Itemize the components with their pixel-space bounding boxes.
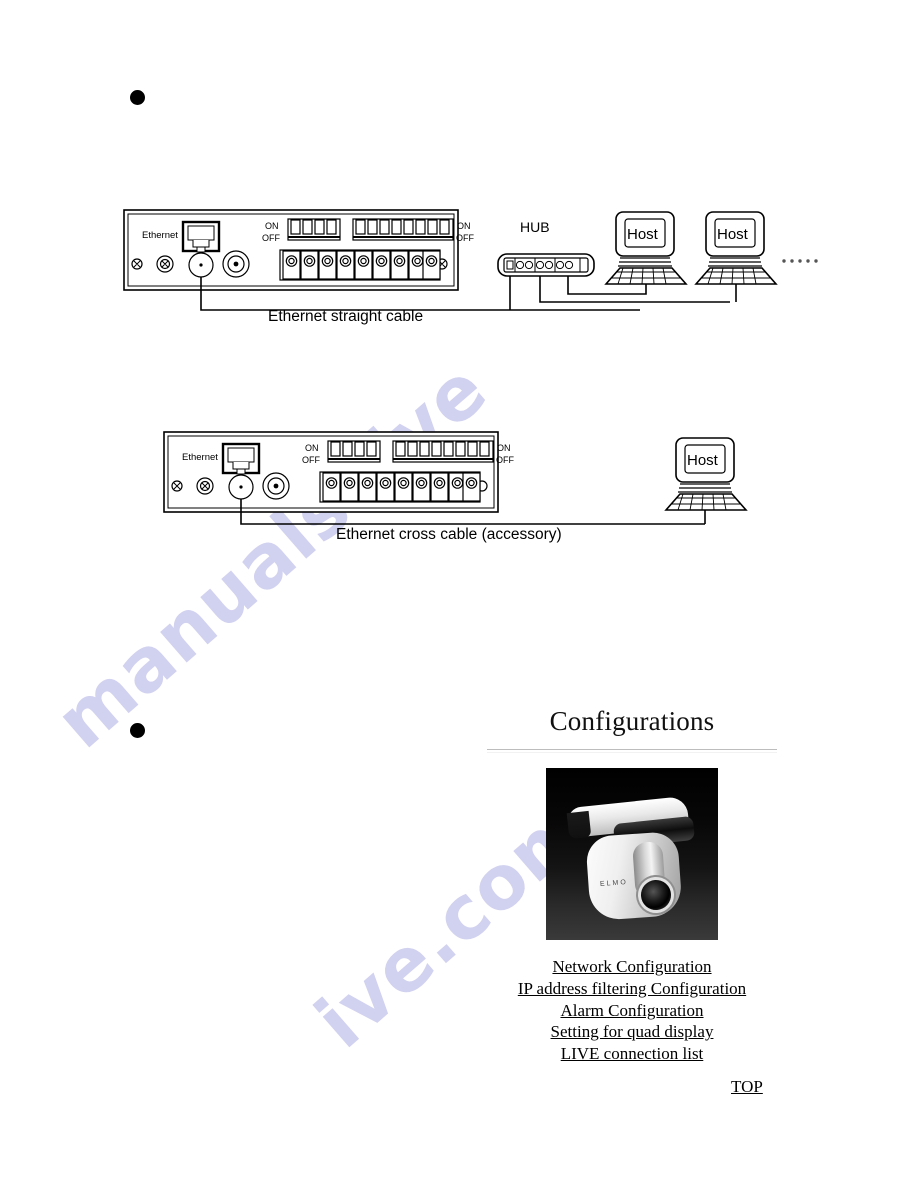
configuration-links-list: Network Configuration IP address filteri… (487, 956, 777, 1065)
dip-on-label-right: ON (457, 221, 471, 231)
document-page: Ethernet ON OFF ON OFF HUB Host Host Eth… (0, 0, 918, 1188)
ethernet-port-label-2: Ethernet (182, 452, 218, 463)
ethernet-port-label: Ethernet (142, 230, 178, 241)
link-ip-address-filtering-configuration[interactable]: IP address filtering Configuration (487, 978, 777, 1000)
svg-text:ON: ON (305, 443, 319, 453)
link-setting-for-quad-display[interactable]: Setting for quad display (487, 1021, 777, 1043)
svg-text:ON: ON (497, 443, 511, 453)
link-network-configuration[interactable]: Network Configuration (487, 956, 777, 978)
top-link[interactable]: TOP (731, 1077, 763, 1097)
host-label-2: Host (717, 226, 749, 243)
figure-1-caption: Ethernet straight cable (268, 308, 424, 325)
host-computer-3: Host (664, 437, 748, 511)
section-bullet-icon-1 (130, 90, 145, 105)
continuation-dots-icon (782, 259, 818, 263)
page-title: Configurations (549, 706, 715, 736)
hub-label: HUB (520, 219, 550, 235)
host-computer-1: Host (604, 211, 688, 285)
terminal-block-2 (319, 471, 481, 503)
link-live-connection-list[interactable]: LIVE connection list (487, 1043, 777, 1065)
figure-straight-cable-diagram: Ethernet ON OFF ON OFF HUB Host Host (120, 206, 910, 326)
host-label-3: Host (687, 452, 719, 469)
figure-2-caption: Ethernet cross cable (accessory) (336, 526, 562, 543)
svg-text:OFF: OFF (302, 455, 320, 465)
title-divider (487, 749, 777, 754)
host-computer-2: Host (694, 211, 778, 285)
dip-off-label-right: OFF (456, 233, 474, 243)
link-alarm-configuration[interactable]: Alarm Configuration (487, 1000, 777, 1022)
configurations-section: Configurations ELMO Network Configuratio… (487, 706, 777, 1065)
hub-device (497, 253, 595, 277)
camera-product-image: ELMO (546, 768, 718, 941)
dip-off-label-left: OFF (262, 233, 280, 243)
terminal-block (279, 249, 441, 281)
section-bullet-icon-2 (130, 723, 145, 738)
svg-text:OFF: OFF (496, 455, 514, 465)
dip-on-label-left: ON (265, 221, 279, 231)
host-label-1: Host (627, 226, 659, 243)
camera-mount-notch (566, 810, 592, 840)
